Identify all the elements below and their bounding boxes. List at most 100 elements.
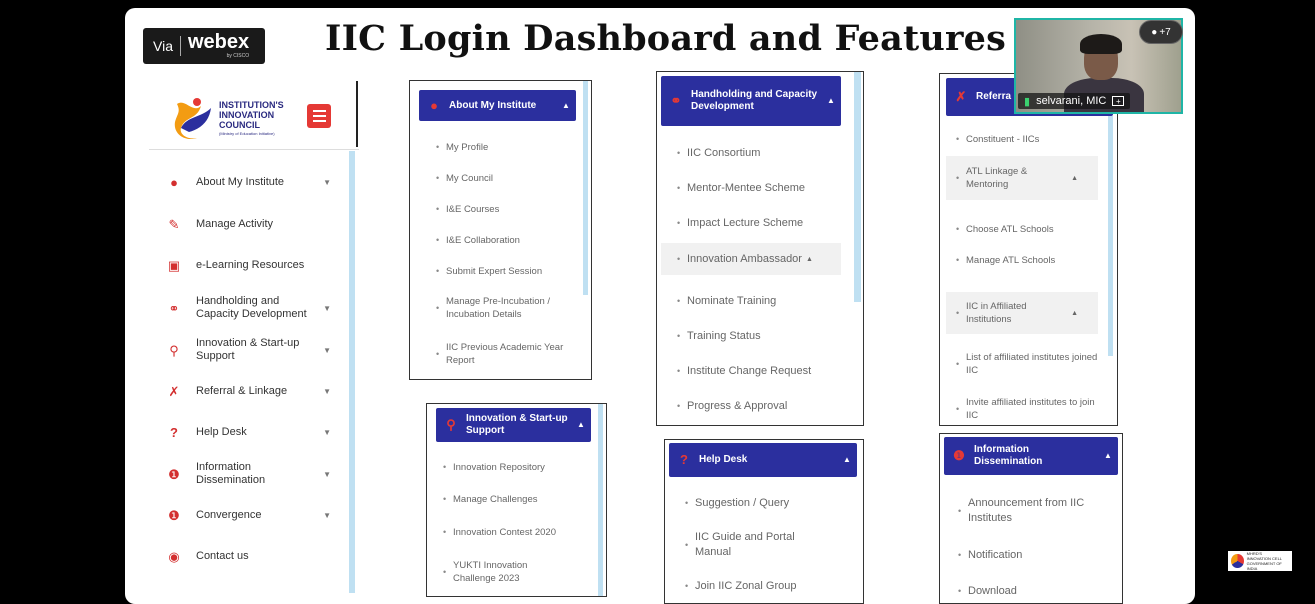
list-item[interactable]: • My Profile	[436, 141, 576, 154]
sidebar-item-handholding[interactable]: ⚭ Handholding and Capacity Development ▼	[167, 295, 337, 321]
list-item[interactable]: • Join IIC Zonal Group	[685, 579, 855, 594]
list-item[interactable]: • Innovation Contest 2020	[443, 526, 593, 539]
sidebar-item-label: Handholding and Capacity Development	[196, 295, 307, 320]
list-item[interactable]: • Manage ATL Schools	[956, 254, 1106, 267]
participants-button[interactable]: ● +7	[1139, 20, 1183, 44]
chevron-up-icon: ▲	[562, 100, 570, 110]
list-item[interactable]: • I&E Courses	[436, 203, 576, 216]
bullet-icon: •	[685, 581, 689, 591]
sidebar-item-elearning[interactable]: ▣ e-Learning Resources	[167, 259, 337, 272]
participants-count: +7	[1159, 26, 1171, 38]
panel-scrollbar[interactable]	[583, 81, 588, 295]
list-item[interactable]: • YUKTI Innovation Challenge 2023	[443, 559, 553, 585]
list-item-label: IIC in Affiliated Institutions	[966, 301, 1027, 325]
bullet-icon: •	[956, 172, 960, 183]
list-item[interactable]: • Download	[958, 584, 1108, 599]
list-item-label: Announcement from IIC Institutes	[968, 497, 1085, 524]
panel-header[interactable]: ❶ Information Dissemination ▲	[944, 437, 1118, 475]
sidebar-item-label: Convergence	[196, 509, 262, 521]
list-item[interactable]: • Choose ATL Schools	[956, 223, 1106, 236]
panel-scrollbar[interactable]	[598, 404, 603, 596]
list-item-label: I&E Courses	[446, 204, 500, 215]
sidebar-item-referral[interactable]: ✗ Referral & Linkage ▼	[167, 385, 337, 398]
sidebar-item-label: Help Desk	[196, 426, 247, 438]
info-icon: ❶	[168, 466, 180, 482]
user-icon: ●	[430, 97, 438, 113]
hamburger-bar	[312, 110, 326, 112]
bullet-icon: •	[685, 498, 689, 508]
chevron-up-icon: ▲	[843, 455, 851, 464]
sidebar-item-information[interactable]: ❶ Information Dissemination ▼	[167, 461, 337, 487]
list-item[interactable]: • Invite affiliated institutes to join II…	[956, 396, 1106, 422]
lightbulb-icon: ⚲	[169, 342, 179, 358]
chevron-down-icon: ▼	[323, 303, 331, 313]
logo-subtitle: (Ministry of Education Initiative)	[219, 131, 275, 136]
sidebar: INSTITUTION'S INNOVATION COUNCIL (Minist…	[149, 81, 359, 593]
webex-via: Via	[153, 38, 173, 54]
list-item[interactable]: • Progress & Approval	[677, 399, 847, 414]
sidebar-item-innovation[interactable]: ⚲ Innovation & Start-up Support ▼	[167, 337, 337, 363]
list-item[interactable]: • Announcement from IIC Institutes	[958, 496, 1108, 526]
list-item-expanded[interactable]: • Innovation Ambassador ▲	[661, 243, 841, 275]
bullet-icon: •	[677, 331, 681, 341]
sidebar-item-manage-activity[interactable]: ✎ Manage Activity	[167, 218, 337, 231]
list-item-label: Training Status	[687, 330, 761, 342]
list-item-expanded[interactable]: • ATL Linkage & Mentoring ▲	[946, 156, 1098, 200]
list-item-label: Join IIC Zonal Group	[695, 580, 797, 592]
chevron-up-icon: ▲	[805, 255, 813, 263]
panel-referral-linkage: ✗ Referra • Constituent - IICs • ATL Linka…	[939, 73, 1118, 426]
panel-about-my-institute: ● About My Institute ▲ • My Profile • My C…	[409, 80, 592, 380]
logo-line-1: INSTITUTION'S	[219, 100, 284, 110]
sidebar-item-label: Referral & Linkage	[196, 385, 288, 397]
list-item-expanded[interactable]: • IIC in Affiliated Institutions ▲	[946, 292, 1098, 334]
person-icon: ●	[1151, 26, 1158, 38]
list-item[interactable]: • Manage Pre-Incubation / Incubation Deta…	[436, 295, 568, 321]
panel-header[interactable]: ⚭ Handholding and Capacity Development ▲	[661, 76, 841, 126]
list-item-label: ATL Linkage & Mentoring	[966, 166, 1028, 190]
list-item[interactable]: • Mentor-Mentee Scheme	[677, 181, 847, 196]
list-item[interactable]: • Training Status	[677, 329, 847, 344]
list-item-label: Choose ATL Schools	[966, 224, 1054, 235]
list-item[interactable]: • IIC Consortium	[677, 146, 847, 161]
menu-toggle-button[interactable]	[307, 104, 331, 128]
list-item[interactable]: • Manage Challenges	[443, 493, 593, 506]
list-item-label: Suggestion / Query	[695, 497, 790, 509]
sidebar-item-helpdesk[interactable]: ? Help Desk ▼	[167, 426, 337, 439]
video-person-hair	[1080, 34, 1122, 54]
bullet-icon: •	[677, 148, 681, 158]
question-icon: ?	[170, 425, 178, 440]
sidebar-item-convergence[interactable]: ❶ Convergence ▼	[167, 509, 337, 522]
list-item[interactable]: • IIC Previous Academic Year Report	[436, 341, 568, 367]
list-item[interactable]: • My Council	[436, 172, 576, 185]
chevron-down-icon: ▼	[323, 469, 331, 479]
panel-scrollbar[interactable]	[854, 72, 861, 302]
list-item[interactable]: • IIC Guide and Portal Manual	[685, 530, 825, 560]
list-item[interactable]: • Impact Lecture Scheme	[677, 216, 847, 231]
list-item[interactable]: • Nominate Training	[677, 294, 847, 309]
panel-header[interactable]: ? Help Desk ▲	[669, 443, 857, 477]
sidebar-item-about[interactable]: ● About My Institute ▼	[167, 176, 337, 189]
lightbulb-icon: ⚲	[446, 417, 456, 432]
iic-logo: INSTITUTION'S INNOVATION COUNCIL (Minist…	[169, 88, 339, 148]
logo-line-2: INNOVATION	[219, 110, 275, 120]
list-item[interactable]: • Notification	[958, 548, 1108, 563]
list-item-label: Manage ATL Schools	[966, 255, 1056, 266]
sidebar-item-label: Contact us	[196, 550, 249, 562]
sidebar-scrollbar[interactable]	[349, 151, 355, 593]
list-item-label: YUKTI Innovation Challenge 2023	[453, 560, 528, 584]
list-item[interactable]: • List of affiliated institutes joined II…	[956, 351, 1106, 377]
list-item[interactable]: • Innovation Repository	[443, 461, 593, 474]
list-item[interactable]: • Institute Change Request	[677, 364, 847, 379]
panel-scrollbar[interactable]	[1108, 116, 1113, 356]
list-item[interactable]: • Submit Expert Session	[436, 265, 576, 278]
list-item[interactable]: • Constituent - IICs	[956, 133, 1106, 146]
list-item-label: List of affiliated institutes joined IIC	[966, 352, 1098, 376]
sidebar-item-contact[interactable]: ◉ Contact us	[167, 550, 337, 563]
info-icon: ❶	[168, 508, 180, 523]
list-item-label: Innovation Repository	[453, 462, 545, 473]
list-item[interactable]: • Suggestion / Query	[685, 496, 855, 511]
panel-header[interactable]: ⚲ Innovation & Start-up Support ▲	[436, 408, 591, 442]
expand-icon[interactable]: +	[1112, 96, 1125, 106]
list-item[interactable]: • I&E Collaboration	[436, 234, 576, 247]
panel-header[interactable]: ● About My Institute ▲	[419, 90, 576, 121]
